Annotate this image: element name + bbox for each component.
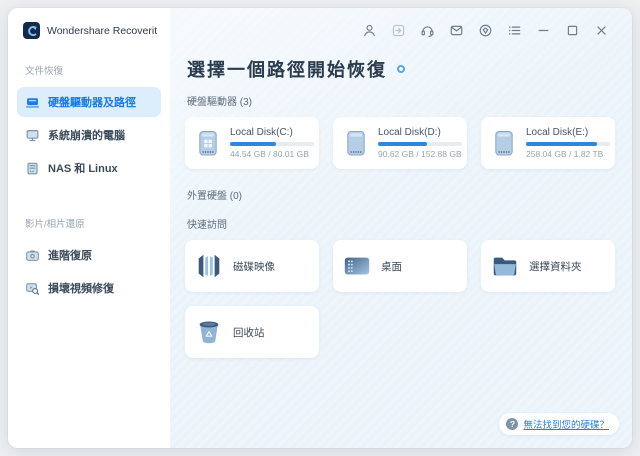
feedback-mail-icon[interactable] xyxy=(448,22,464,38)
maximize-button[interactable] xyxy=(564,22,580,38)
page-title-text: 選擇一個路徑開始恢復 xyxy=(187,56,387,82)
hdd-section-label: 硬盤驅動器 (3) xyxy=(187,93,615,108)
quick-card-recycle-bin[interactable]: 回收站 xyxy=(185,306,319,358)
recycle-bin-icon xyxy=(194,317,224,347)
loading-ring-icon xyxy=(397,65,405,73)
drive-usage-bar xyxy=(526,142,610,146)
disk-image-icon xyxy=(194,251,224,281)
quick-access-label: 快速訪問 xyxy=(187,216,615,231)
app-logo-icon xyxy=(23,22,40,39)
sidebar-item-hdd-locations[interactable]: 硬盤驅動器及路徑 xyxy=(17,87,161,117)
menu-list-icon[interactable] xyxy=(506,22,522,38)
drive-location-icon xyxy=(25,95,40,110)
drive-name: Local Disk(C:) xyxy=(230,127,314,138)
sidebar-item-advanced-recovery[interactable]: 進階復原 xyxy=(17,240,161,270)
drive-usage-bar xyxy=(230,142,314,146)
quick-card-label: 桌面 xyxy=(381,259,402,274)
quick-card-label: 選擇資料夾 xyxy=(529,259,582,274)
sidebar-item-video-repair[interactable]: 損壞視頻修復 xyxy=(17,273,161,303)
desktop-icon xyxy=(342,251,372,281)
question-icon: ? xyxy=(506,418,518,430)
main-panel: 選擇一個路徑開始恢復 硬盤驅動器 (3) xyxy=(170,8,632,448)
signin-icon[interactable] xyxy=(390,22,406,38)
drive-info: Local Disk(C:) 44.54 GB / 80.01 GB xyxy=(230,127,314,159)
drive-name: Local Disk(E:) xyxy=(526,127,610,138)
external-section-label: 外置硬盤 (0) xyxy=(187,187,615,202)
quick-card-label: 回收站 xyxy=(233,325,265,340)
page-title: 選擇一個路徑開始恢復 xyxy=(187,56,615,82)
hard-drive-icon xyxy=(342,130,369,157)
app-title: Wondershare Recoverit xyxy=(47,25,157,37)
membership-icon[interactable] xyxy=(477,22,493,38)
minimize-button[interactable] xyxy=(535,22,551,38)
drive-size: 44.54 GB / 80.01 GB xyxy=(230,149,314,159)
drive-name: Local Disk(D:) xyxy=(378,127,462,138)
drive-card-d[interactable]: Local Disk(D:) 90.62 GB / 152.88 GB xyxy=(333,117,467,169)
camera-icon xyxy=(25,248,40,263)
hdd-cards-row: Local Disk(C:) 44.54 GB / 80.01 GB xyxy=(185,117,615,169)
help-chip[interactable]: ? 無法找到您的硬碟？ xyxy=(499,413,619,435)
user-icon[interactable] xyxy=(361,22,377,38)
quick-cards-row-2: 回收站 xyxy=(185,306,615,358)
nas-linux-icon xyxy=(25,161,40,176)
sidebar-item-label: NAS 和 Linux xyxy=(48,160,118,176)
app-window: Wondershare Recoverit 文件恢復 硬盤驅動器及路徑 系統崩潰… xyxy=(8,8,632,448)
sidebar-item-label: 進階復原 xyxy=(48,247,92,263)
sidebar-section-file-recovery: 文件恢復 xyxy=(8,39,170,84)
close-button[interactable] xyxy=(593,22,609,38)
quick-card-choose-folder[interactable]: 選擇資料夾 xyxy=(481,240,615,292)
sidebar-item-label: 系統崩潰的電腦 xyxy=(48,127,125,143)
sidebar-section-photo-video: 影片/相片還原 xyxy=(8,186,170,237)
drive-size: 258.04 GB / 1.82 TB xyxy=(526,149,610,159)
crashed-computer-icon xyxy=(25,128,40,143)
sidebar-item-label: 硬盤驅動器及路徑 xyxy=(48,94,136,110)
logo-row: Wondershare Recoverit xyxy=(8,22,170,39)
quick-card-disk-image[interactable]: 磁碟映像 xyxy=(185,240,319,292)
drive-info: Local Disk(D:) 90.62 GB / 152.88 GB xyxy=(378,127,462,159)
cant-find-drive-link: 無法找到您的硬碟？ xyxy=(523,417,609,431)
topbar xyxy=(185,8,615,44)
quick-cards-row-1: 磁碟映像 桌面 xyxy=(185,240,615,292)
drive-card-e[interactable]: Local Disk(E:) 258.04 GB / 1.82 TB xyxy=(481,117,615,169)
drive-card-c[interactable]: Local Disk(C:) 44.54 GB / 80.01 GB xyxy=(185,117,319,169)
drive-info: Local Disk(E:) 258.04 GB / 1.82 TB xyxy=(526,127,610,159)
quick-card-desktop[interactable]: 桌面 xyxy=(333,240,467,292)
sidebar: Wondershare Recoverit 文件恢復 硬盤驅動器及路徑 系統崩潰… xyxy=(8,8,170,448)
video-repair-icon xyxy=(25,281,40,296)
quick-card-label: 磁碟映像 xyxy=(233,259,275,274)
support-headset-icon[interactable] xyxy=(419,22,435,38)
hard-drive-icon xyxy=(490,130,517,157)
drive-size: 90.62 GB / 152.88 GB xyxy=(378,149,462,159)
sidebar-item-label: 損壞視頻修復 xyxy=(48,280,114,296)
hard-drive-windows-icon xyxy=(194,130,221,157)
drive-usage-bar xyxy=(378,142,462,146)
choose-folder-icon xyxy=(490,251,520,281)
sidebar-item-nas-linux[interactable]: NAS 和 Linux xyxy=(17,153,161,183)
sidebar-item-crashed-computer[interactable]: 系統崩潰的電腦 xyxy=(17,120,161,150)
